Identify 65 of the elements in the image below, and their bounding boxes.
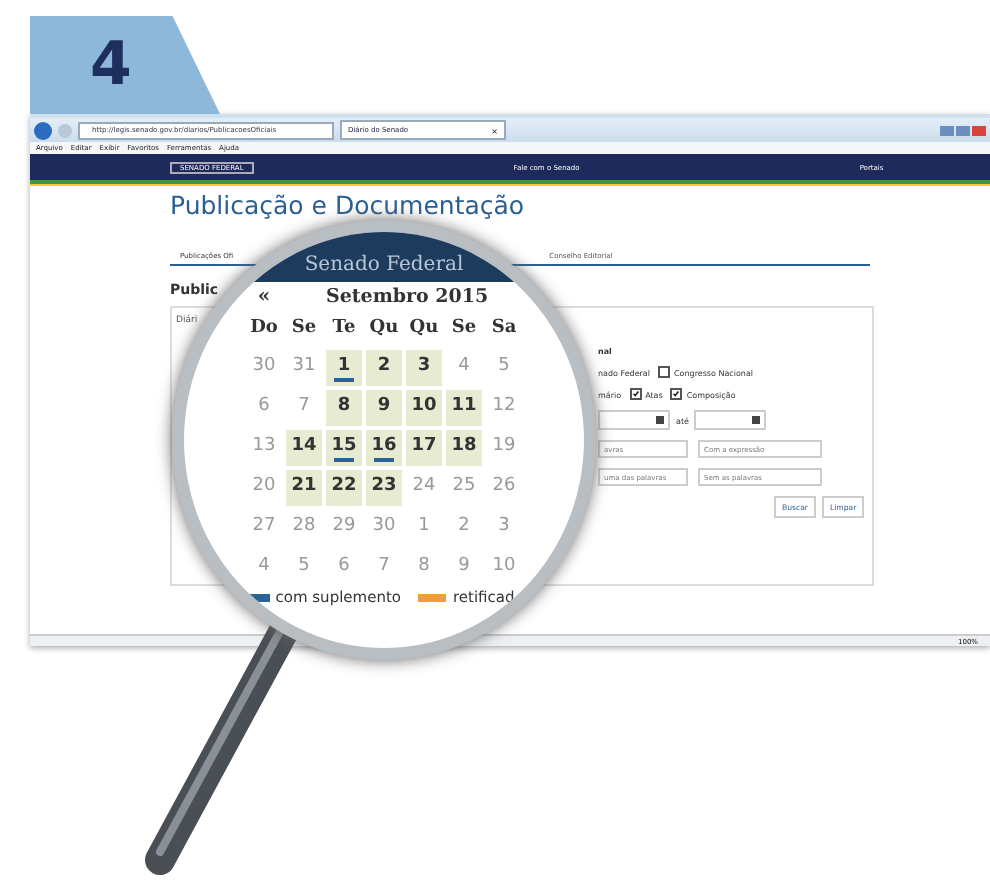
- calendar-day: 10: [486, 550, 522, 586]
- calendar-day: 4: [246, 550, 282, 586]
- weekday-label: Se: [449, 318, 479, 342]
- calendar-day: 1: [406, 510, 442, 546]
- calendar-day: 20: [246, 470, 282, 506]
- page-title: Publicação e Documentação: [170, 192, 527, 220]
- calendar-day: 6: [326, 550, 362, 586]
- calendar-day[interactable]: 21: [286, 470, 322, 506]
- date-field[interactable]: [694, 410, 767, 430]
- calendar-day[interactable]: 14: [286, 430, 322, 466]
- calendar-day: 5: [286, 550, 322, 586]
- checkmark-icon: [672, 390, 681, 398]
- calendar-day: 24: [406, 470, 442, 506]
- calendar-day[interactable]: 2: [366, 350, 402, 386]
- checkmark-icon: [631, 390, 640, 398]
- calendar-day: 29: [326, 510, 362, 546]
- weekday-label: Qu: [367, 318, 401, 342]
- close-icon[interactable]: [972, 125, 986, 135]
- calendar-day: 6: [246, 390, 282, 426]
- calendar-day[interactable]: 17: [406, 430, 442, 466]
- calendar-day[interactable]: 23: [366, 470, 402, 506]
- calendar-day: 13: [246, 430, 282, 466]
- back-button[interactable]: [34, 121, 52, 139]
- calendar-day[interactable]: 8: [326, 390, 362, 426]
- step-number: 4: [90, 35, 132, 95]
- calendar-day: 30: [366, 510, 402, 546]
- previous-month-button[interactable]: «: [246, 282, 282, 314]
- calendar-day: 26: [486, 470, 522, 506]
- calendar-day[interactable]: 1: [326, 350, 362, 386]
- calendar-day: 2: [446, 510, 482, 546]
- calendar-day: 4: [446, 350, 482, 386]
- calendar-day[interactable]: 18: [446, 430, 482, 466]
- calendar-title: Senado Federal: [304, 254, 464, 276]
- weekday-label: Te: [330, 318, 358, 342]
- calendar-day: 28: [286, 510, 322, 546]
- weekday-label: Do: [248, 318, 280, 342]
- minimize-icon[interactable]: [940, 125, 954, 135]
- calendar-day: 7: [366, 550, 402, 586]
- weekday-label: Sa: [489, 318, 519, 342]
- calendar-day[interactable]: 16: [366, 430, 402, 466]
- weekday-label: Se: [289, 318, 319, 342]
- maximize-icon[interactable]: [956, 125, 970, 135]
- calendar-day[interactable]: 3: [406, 350, 442, 386]
- calendar-day: 27: [246, 510, 282, 546]
- calendar-day: 5: [486, 350, 522, 386]
- calendar-day: 12: [486, 390, 522, 426]
- calendar-day: 31: [286, 350, 322, 386]
- calendar-day[interactable]: 11: [446, 390, 482, 426]
- checkbox-square[interactable]: [629, 388, 642, 400]
- calendar-day: 3: [486, 510, 522, 546]
- checkbox-square[interactable]: [670, 388, 683, 400]
- calendar-day: 7: [286, 390, 322, 426]
- calendar-day[interactable]: 22: [326, 470, 362, 506]
- calendar-day: 25: [446, 470, 482, 506]
- weekday-label: Qu: [407, 318, 441, 342]
- calendar-day[interactable]: 9: [366, 390, 402, 426]
- calendar-day[interactable]: 10: [406, 390, 442, 426]
- calendar-month: Setembro 2015: [324, 284, 491, 312]
- checkbox-square[interactable]: [658, 366, 670, 378]
- calendar-day: 8: [406, 550, 442, 586]
- calendar-day: 30: [246, 350, 282, 386]
- calendar-day[interactable]: 15: [326, 430, 362, 466]
- date-field[interactable]: [598, 410, 670, 430]
- calendar-day: 19: [486, 430, 522, 466]
- calendar-day: 9: [446, 550, 482, 586]
